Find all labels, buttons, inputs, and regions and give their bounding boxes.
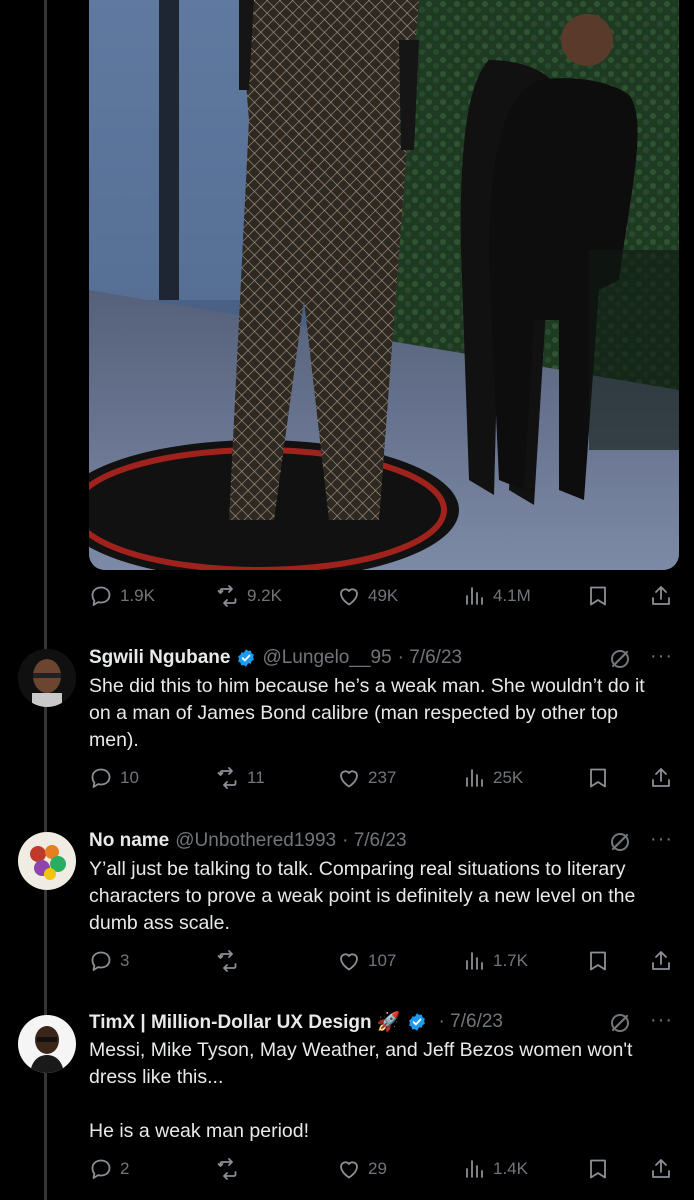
share-button[interactable]: [649, 1157, 673, 1181]
like-count: 29: [368, 1159, 387, 1178]
bookmark-button[interactable]: [586, 1157, 610, 1181]
grok-icon[interactable]: [608, 1011, 632, 1035]
retweet-icon: [217, 950, 237, 972]
views-icon: [466, 587, 483, 605]
display-name[interactable]: Sgwili Ngubane: [89, 647, 230, 669]
reply-button[interactable]: 3: [89, 949, 129, 973]
heart-icon: [340, 588, 358, 606]
views-icon: [466, 952, 483, 970]
like-button[interactable]: 49K: [337, 584, 398, 608]
bookmark-button[interactable]: [586, 766, 610, 790]
reply-button[interactable]: 1.9K: [89, 584, 155, 608]
like-count: 49K: [368, 586, 399, 605]
share-icon: [652, 768, 670, 787]
reply-icon: [91, 586, 111, 606]
retweet-count: 11: [247, 768, 265, 787]
reply-text: Messi, Mike Tyson, May Weather, and Jeff…: [89, 1039, 633, 1142]
main-tweet-actions: 1.9K 9.2K 49K 4.1M: [89, 578, 679, 614]
reply-text: She did this to him because he’s a weak …: [89, 675, 651, 751]
bookmark-icon: [590, 768, 606, 788]
reply-button[interactable]: 2: [89, 1157, 129, 1181]
timestamp[interactable]: · 7/6/23: [342, 830, 406, 852]
like-button[interactable]: 237: [337, 766, 396, 790]
handle[interactable]: @Unbothered1993: [175, 830, 336, 852]
display-name[interactable]: TimX | Million-Dollar UX Design 🚀: [89, 1010, 401, 1034]
share-icon: [652, 1159, 670, 1178]
verified-badge-icon: [238, 649, 255, 667]
bookmark-button[interactable]: [586, 949, 610, 973]
reply-button[interactable]: 10: [89, 766, 139, 790]
reply-icon: [91, 951, 111, 971]
views-icon: [466, 1160, 483, 1178]
retweet-button[interactable]: [216, 1157, 247, 1181]
reply-header: Sgwili Ngubane @Lungelo__95 · 7/6/23: [89, 643, 462, 673]
handle[interactable]: @Lungelo__95: [262, 647, 391, 669]
views-button[interactable]: 25K: [462, 766, 523, 790]
reply-count: 2: [120, 1159, 130, 1178]
retweet-button[interactable]: 11: [216, 766, 265, 790]
reply-header: TimX | Million-Dollar UX Design 🚀 · 7/6/…: [89, 1007, 503, 1037]
like-count: 237: [368, 768, 397, 787]
share-button[interactable]: [649, 584, 673, 608]
retweet-button[interactable]: 9.2K: [216, 584, 282, 608]
tweet-photo[interactable]: [89, 0, 679, 570]
reply-icon: [91, 1159, 111, 1179]
avatar[interactable]: [18, 1015, 76, 1073]
like-count: 107: [368, 951, 397, 970]
timestamp[interactable]: · 7/6/23: [398, 647, 462, 669]
more-icon[interactable]: ···: [650, 645, 673, 668]
avatar[interactable]: [18, 832, 76, 890]
share-button[interactable]: [649, 766, 673, 790]
more-icon[interactable]: ···: [650, 828, 673, 851]
views-count: 25K: [493, 768, 524, 787]
views-count: 4.1M: [493, 586, 531, 605]
views-count: 1.4K: [493, 1159, 528, 1178]
heart-icon: [340, 953, 358, 971]
reply-header: No name @Unbothered1993 · 7/6/23: [89, 826, 407, 856]
bookmark-icon: [590, 586, 606, 606]
bookmark-icon: [590, 951, 606, 971]
verified-badge-icon: [408, 1013, 425, 1031]
timestamp[interactable]: · 7/6/23: [439, 1011, 503, 1033]
reply-text: Y’all just be talking to talk. Comparing…: [89, 858, 641, 934]
retweet-icon: [217, 1158, 237, 1180]
bookmark-button[interactable]: [586, 584, 610, 608]
reply-actions: 3 107 1.7K: [89, 943, 679, 979]
grok-icon[interactable]: [608, 647, 632, 671]
reply-count: 3: [120, 951, 130, 970]
retweet-icon: [217, 585, 237, 607]
views-button[interactable]: 4.1M: [462, 584, 531, 608]
reply-count: 1.9K: [120, 586, 155, 605]
views-count: 1.7K: [493, 951, 528, 970]
share-button[interactable]: [649, 949, 673, 973]
bookmark-icon: [590, 1159, 606, 1179]
more-icon[interactable]: ···: [650, 1009, 673, 1032]
retweet-icon: [217, 767, 237, 789]
display-name[interactable]: No name: [89, 830, 169, 852]
avatar[interactable]: [18, 649, 76, 707]
reply-count: 10: [120, 768, 139, 787]
reply-actions: 2 29 1.4K: [89, 1151, 679, 1187]
views-button[interactable]: 1.7K: [462, 949, 528, 973]
heart-icon: [340, 1161, 358, 1179]
share-icon: [652, 951, 670, 970]
share-icon: [652, 586, 670, 605]
heart-icon: [340, 770, 358, 788]
retweet-count: 9.2K: [247, 586, 282, 605]
retweet-button[interactable]: [216, 949, 247, 973]
views-button[interactable]: 1.4K: [462, 1157, 528, 1181]
views-icon: [466, 769, 483, 787]
reply-actions: 10 11 237 25K: [89, 760, 679, 796]
like-button[interactable]: 107: [337, 949, 396, 973]
grok-icon[interactable]: [608, 830, 632, 854]
like-button[interactable]: 29: [337, 1157, 387, 1181]
reply-icon: [91, 768, 111, 788]
